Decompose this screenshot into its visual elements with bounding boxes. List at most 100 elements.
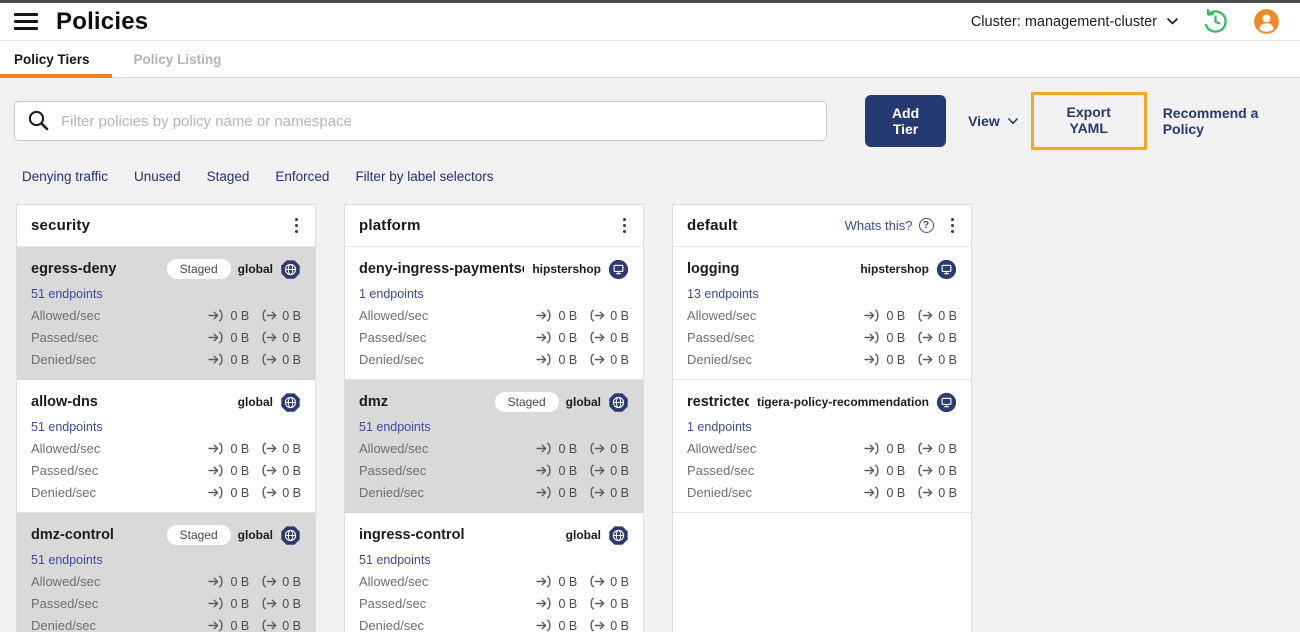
- search-input[interactable]: [14, 101, 827, 141]
- traffic-rate-row: Denied/sec 0 B 0 B: [359, 485, 629, 500]
- rate-label: Denied/sec: [359, 618, 425, 632]
- policy-tier-board: security egress-deny Staged global 51 en…: [0, 184, 1300, 632]
- traffic-rate-row: Denied/sec 0 B 0 B: [359, 352, 629, 367]
- filter-link[interactable]: Enforced: [275, 169, 329, 184]
- ingress-rate-value: 0 B: [230, 618, 250, 632]
- rate-label: Denied/sec: [31, 485, 97, 500]
- egress-rate-value: 0 B: [282, 574, 301, 589]
- tab-policy-tiers[interactable]: Policy Tiers: [0, 41, 112, 78]
- traffic-rate-row: Passed/sec 0 B 0 B: [31, 596, 301, 611]
- traffic-rate-row: Denied/sec 0 B 0 B: [687, 352, 957, 367]
- ingress-arrow-icon: [536, 597, 553, 610]
- view-button[interactable]: View: [968, 113, 1018, 129]
- egress-arrow-icon: [260, 619, 277, 632]
- ingress-arrow-icon: [208, 442, 225, 455]
- menu-icon[interactable]: [14, 11, 38, 32]
- tab-policy-listing[interactable]: Policy Listing: [112, 41, 244, 77]
- add-tier-button[interactable]: Add Tier: [865, 95, 947, 147]
- ingress-arrow-icon: [208, 464, 225, 477]
- tier-name: default: [687, 217, 738, 234]
- egress-arrow-icon: [260, 309, 277, 322]
- endpoints-link[interactable]: 13 endpoints: [687, 287, 759, 301]
- tier-header: security: [17, 205, 315, 247]
- traffic-rate-row: Passed/sec 0 B 0 B: [31, 330, 301, 345]
- ingress-rate-value: 0 B: [230, 441, 250, 456]
- rate-label: Passed/sec: [687, 330, 755, 345]
- tier-body: logging hipstershop 13 endpoints Allowed…: [673, 247, 971, 513]
- filter-link[interactable]: Staged: [207, 169, 250, 184]
- egress-rate-value: 0 B: [282, 485, 301, 500]
- egress-arrow-icon: [260, 486, 277, 499]
- endpoints-link[interactable]: 51 endpoints: [359, 420, 431, 434]
- policy-card[interactable]: restricted tigera-policy-recommendation: [673, 380, 971, 513]
- rate-label: Passed/sec: [31, 330, 99, 345]
- traffic-rate-row: Passed/sec 0 B 0 B: [687, 463, 957, 478]
- traffic-rate-row: Allowed/sec 0 B 0 B: [359, 308, 629, 323]
- endpoints-link[interactable]: 51 endpoints: [359, 553, 431, 567]
- rate-label: Denied/sec: [31, 618, 97, 632]
- ingress-arrow-icon: [536, 442, 553, 455]
- ingress-rate-value: 0 B: [558, 596, 578, 611]
- policy-card[interactable]: dmz Staged global 51 endpoints Allowed/s…: [345, 380, 643, 513]
- traffic-rate-row: Allowed/sec 0 B 0 B: [687, 441, 957, 456]
- rate-label: Denied/sec: [687, 485, 753, 500]
- filter-link[interactable]: Denying traffic: [22, 169, 108, 184]
- endpoints-link[interactable]: 1 endpoints: [359, 287, 424, 301]
- egress-rate-value: 0 B: [282, 596, 301, 611]
- staged-badge: Staged: [166, 525, 231, 545]
- ingress-rate-value: 0 B: [230, 596, 250, 611]
- globe-badge-icon: [608, 525, 629, 546]
- egress-rate-value: 0 B: [610, 441, 629, 456]
- egress-rate-value: 0 B: [282, 441, 301, 456]
- endpoints-link[interactable]: 51 endpoints: [31, 287, 103, 301]
- egress-arrow-icon: [588, 353, 605, 366]
- tier-menu-kebab-icon[interactable]: [288, 214, 306, 238]
- ingress-rate-value: 0 B: [558, 485, 578, 500]
- traffic-rate-row: Passed/sec 0 B 0 B: [359, 330, 629, 345]
- ingress-rate-value: 0 B: [230, 352, 250, 367]
- active-tab-underline: [0, 74, 112, 78]
- ingress-arrow-icon: [864, 464, 881, 477]
- toolbar: Add Tier View Export YAML Recommend a Po…: [0, 78, 1300, 150]
- egress-arrow-icon: [588, 442, 605, 455]
- rate-label: Allowed/sec: [687, 308, 757, 323]
- traffic-rate-row: Denied/sec 0 B 0 B: [31, 618, 301, 632]
- egress-rate-value: 0 B: [610, 352, 629, 367]
- export-yaml-highlight-box: Export YAML: [1030, 92, 1147, 150]
- policy-card[interactable]: dmz-control Staged global 51 endpoints A…: [17, 513, 315, 632]
- policy-scope-label: hipstershop: [532, 262, 601, 276]
- endpoints-link[interactable]: 1 endpoints: [687, 420, 752, 434]
- recommend-a-policy-button[interactable]: Recommend a Policy: [1163, 105, 1280, 137]
- policy-card-top: deny-ingress-paymentservi... hipstershop: [359, 258, 629, 280]
- cluster-selector[interactable]: Cluster: management-cluster: [971, 14, 1178, 30]
- policy-card[interactable]: egress-deny Staged global 51 endpoints A…: [17, 247, 315, 380]
- policy-card[interactable]: logging hipstershop 13 endpoints Allowed…: [673, 247, 971, 380]
- filter-link[interactable]: Filter by label selectors: [355, 169, 493, 184]
- ingress-arrow-icon: [536, 486, 553, 499]
- user-avatar-icon[interactable]: [1253, 8, 1280, 35]
- rate-label: Allowed/sec: [359, 441, 429, 456]
- filter-link[interactable]: Unused: [134, 169, 181, 184]
- traffic-rate-row: Allowed/sec 0 B 0 B: [687, 308, 957, 323]
- staged-badge: Staged: [166, 259, 231, 279]
- tier-menu-kebab-icon[interactable]: [944, 214, 962, 238]
- endpoints-link[interactable]: 51 endpoints: [31, 420, 103, 434]
- traffic-rate-row: Passed/sec 0 B 0 B: [687, 330, 957, 345]
- egress-arrow-icon: [260, 442, 277, 455]
- endpoints-link[interactable]: 51 endpoints: [31, 553, 103, 567]
- tab-bar: Policy Tiers Policy Listing: [0, 41, 1300, 78]
- policy-card[interactable]: ingress-control global 51 endpoints Allo…: [345, 513, 643, 632]
- policy-card[interactable]: deny-ingress-paymentservi... hipstershop: [345, 247, 643, 380]
- egress-arrow-icon: [260, 464, 277, 477]
- tier-body: egress-deny Staged global 51 endpoints A…: [17, 247, 315, 632]
- egress-arrow-icon: [916, 331, 933, 344]
- ingress-arrow-icon: [536, 619, 553, 632]
- tier-menu-kebab-icon[interactable]: [616, 214, 634, 238]
- rate-label: Allowed/sec: [687, 441, 757, 456]
- policy-name: logging: [687, 261, 740, 277]
- whats-this-link[interactable]: Whats this? ?: [845, 218, 934, 233]
- policy-name: egress-deny: [31, 261, 117, 277]
- history-icon[interactable]: [1202, 8, 1229, 35]
- export-yaml-button[interactable]: Export YAML: [1053, 104, 1125, 136]
- policy-card[interactable]: allow-dns global 51 endpoints Allowed/se…: [17, 380, 315, 513]
